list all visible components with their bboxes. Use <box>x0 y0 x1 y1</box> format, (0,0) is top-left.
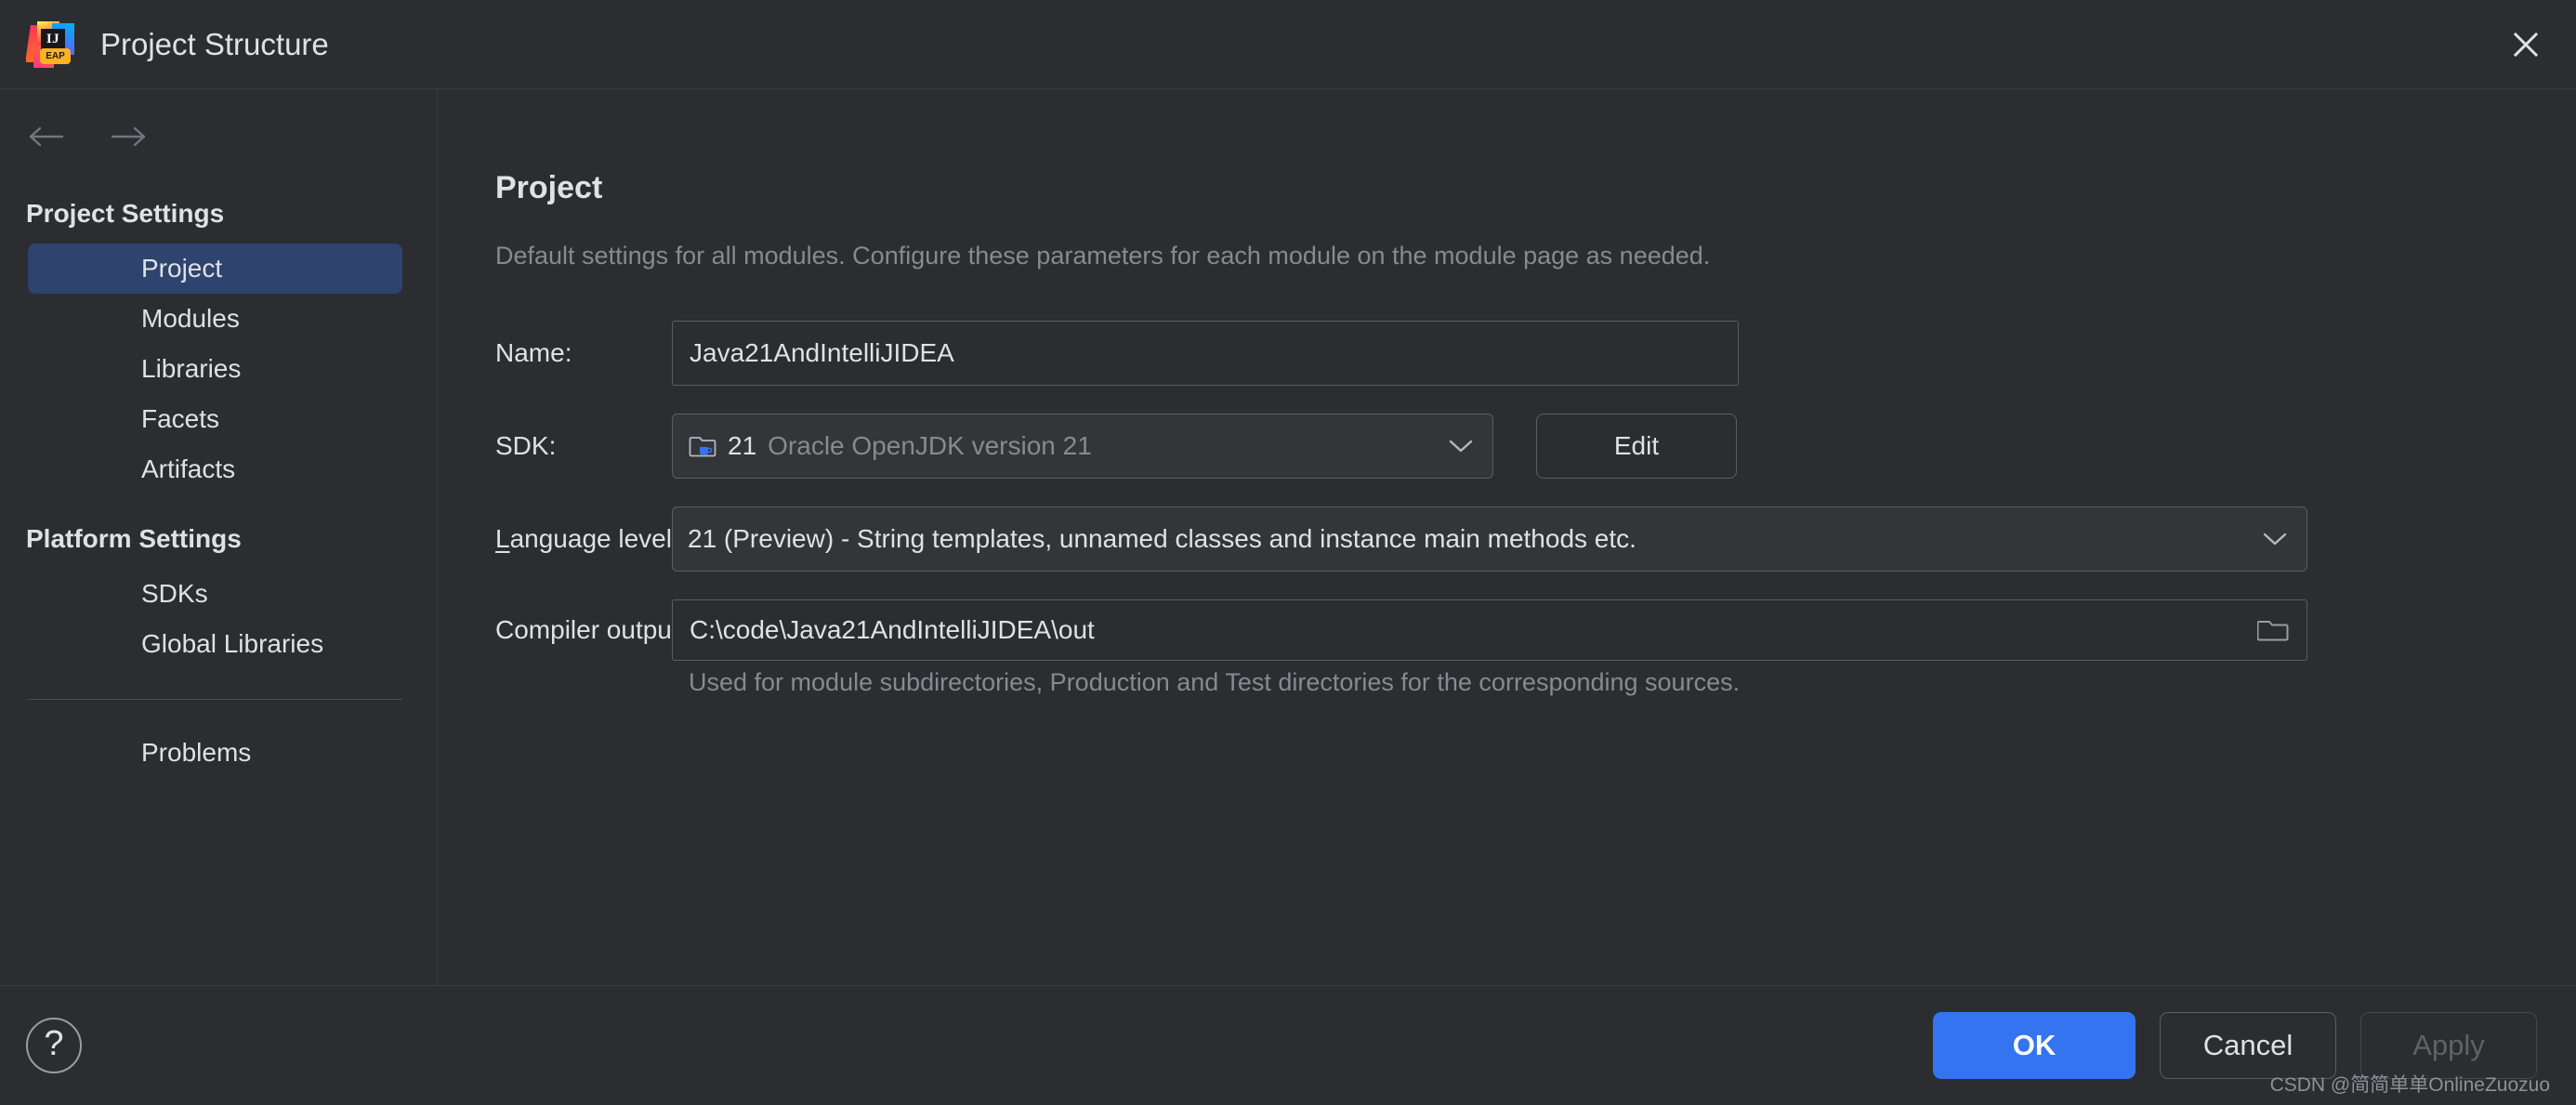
compiler-output-row: Compiler output: C:\code\Java21AndIntell… <box>495 599 2576 661</box>
sidebar-item-label: Facets <box>141 397 219 441</box>
intellij-idea-eap-logo-icon: IJ EAP <box>26 20 76 70</box>
language-level-label: Language level: <box>495 524 672 554</box>
sidebar-item-libraries[interactable]: Libraries <box>28 344 402 394</box>
sdk-label: SDK: <box>495 431 672 461</box>
sidebar-item-label: Project <box>141 246 222 291</box>
platform-settings-header: Platform Settings <box>0 519 437 559</box>
logo-ij-text: IJ <box>41 29 65 51</box>
compiler-output-value: C:\code\Java21AndIntelliJIDEA\out <box>690 615 2253 645</box>
language-level-mnemonic: L <box>495 524 510 553</box>
sidebar-item-label: Global Libraries <box>141 622 323 666</box>
dialog-footer: ? OK Cancel Apply CSDN @简简单单OnlineZuozuo <box>0 985 2576 1105</box>
sidebar-item-label: Modules <box>141 296 240 341</box>
sdk-description: Oracle OpenJDK version 21 <box>768 431 1092 461</box>
sdk-version: 21 <box>728 431 756 461</box>
dialog-title: Project Structure <box>100 27 329 62</box>
sidebar-item-label: SDKs <box>141 572 208 616</box>
project-settings-form: Name: Java21AndIntelliJIDEA SDK: <box>495 321 2576 697</box>
question-mark-icon[interactable]: ? <box>26 1018 82 1073</box>
sidebar-item-artifacts[interactable]: Artifacts <box>28 444 402 494</box>
logo-eap-badge: EAP <box>40 48 71 64</box>
compiler-output-hint: Used for module subdirectories, Producti… <box>689 668 2576 697</box>
page-title: Project <box>495 170 2576 206</box>
arrow-right-icon[interactable] <box>110 117 149 156</box>
compiler-output-label: Compiler output: <box>495 615 672 645</box>
navigation-arrows <box>0 110 437 164</box>
edit-sdk-label: Edit <box>1614 431 1659 461</box>
project-structure-dialog: IJ EAP Project Structure <box>0 0 2576 1105</box>
sdk-row: SDK: 21 <box>495 414 2576 479</box>
chevron-down-icon <box>2256 532 2293 546</box>
cancel-label: Cancel <box>2203 1029 2293 1062</box>
name-label: Name: <box>495 338 672 368</box>
project-name-value: Java21AndIntelliJIDEA <box>690 338 954 368</box>
project-name-input[interactable]: Java21AndIntelliJIDEA <box>672 321 1739 386</box>
folder-icon[interactable] <box>2253 610 2293 651</box>
sidebar-divider <box>28 699 402 700</box>
settings-content-panel: Project Default settings for all modules… <box>438 89 2576 985</box>
sidebar-item-facets[interactable]: Facets <box>28 394 402 444</box>
sidebar-item-global-libraries[interactable]: Global Libraries <box>28 619 402 669</box>
help-label: ? <box>44 1026 63 1061</box>
settings-sidebar: Project Settings Project Modules Librari… <box>0 89 438 985</box>
ok-button[interactable]: OK <box>1933 1012 2136 1079</box>
sidebar-item-project[interactable]: Project <box>28 243 402 294</box>
language-level-label-rest: anguage level: <box>510 524 679 553</box>
chevron-down-icon <box>1442 439 1479 454</box>
compiler-output-input[interactable]: C:\code\Java21AndIntelliJIDEA\out <box>672 599 2307 661</box>
ok-label: OK <box>2013 1029 2057 1062</box>
project-settings-header: Project Settings <box>0 193 437 234</box>
dialog-body: Project Settings Project Modules Librari… <box>0 89 2576 985</box>
sdk-combobox[interactable]: 21 Oracle OpenJDK version 21 <box>672 414 1493 479</box>
page-subtitle: Default settings for all modules. Config… <box>495 242 2576 270</box>
watermark: CSDN @简简单单OnlineZuozuo <box>2270 1070 2550 1098</box>
sidebar-item-sdks[interactable]: SDKs <box>28 569 402 619</box>
sidebar-item-modules[interactable]: Modules <box>28 294 402 344</box>
name-row: Name: Java21AndIntelliJIDEA <box>495 321 2576 386</box>
dialog-titlebar: IJ EAP Project Structure <box>0 0 2576 89</box>
sidebar-item-problems[interactable]: Problems <box>28 728 402 778</box>
jdk-folder-icon <box>688 430 719 462</box>
language-level-combobox[interactable]: 21 (Preview) - String templates, unnamed… <box>672 506 2307 572</box>
sidebar-item-label: Problems <box>141 730 251 775</box>
sidebar-item-label: Libraries <box>141 347 241 391</box>
edit-sdk-button[interactable]: Edit <box>1536 414 1737 479</box>
sidebar-item-label: Artifacts <box>141 447 235 492</box>
arrow-left-icon[interactable] <box>26 117 65 156</box>
language-level-value: 21 (Preview) - String templates, unnamed… <box>688 524 1636 554</box>
close-icon[interactable] <box>2500 19 2552 71</box>
language-level-row: Language level: 21 (Preview) - String te… <box>495 506 2576 572</box>
apply-label: Apply <box>2412 1029 2485 1062</box>
